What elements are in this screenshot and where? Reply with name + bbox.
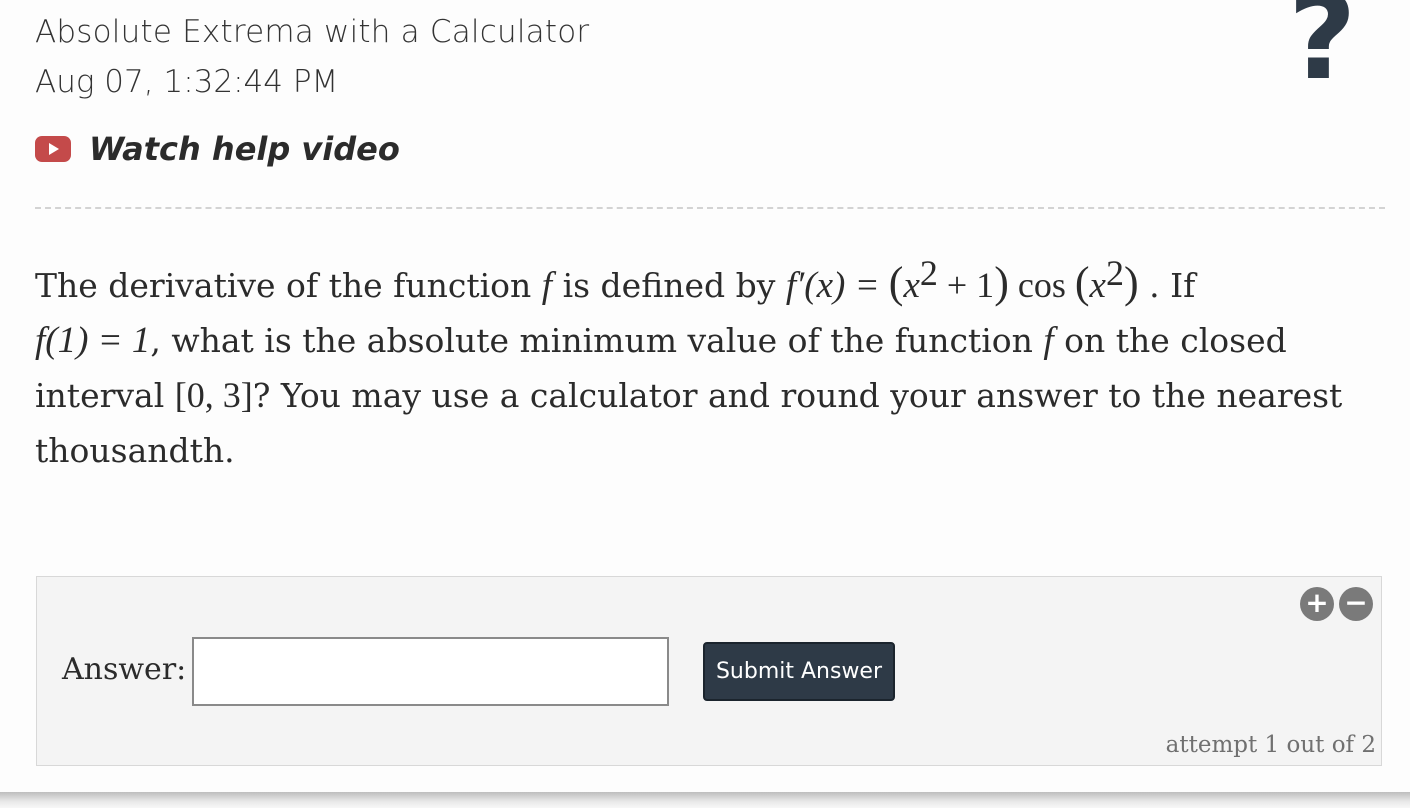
answer-label: Answer: [62,652,187,687]
watch-help-video-link[interactable]: Watch help video [35,130,400,168]
zoom-out-icon[interactable]: − [1339,587,1373,621]
attempt-counter: attempt 1 out of 2 [1165,732,1376,758]
question-text: The derivative of the function f is defi… [35,253,1343,470]
help-question-icon[interactable]: ? [1288,0,1356,96]
zoom-in-icon[interactable]: + [1300,587,1334,621]
answer-input[interactable] [192,637,669,706]
window-shadow [0,792,1410,808]
timestamp: Aug 07, 1:32:44 PM [35,64,339,100]
video-play-icon [35,136,71,162]
divider [35,207,1385,209]
video-link-label: Watch help video [89,130,400,168]
topic-title: Absolute Extrema with a Calculator [35,14,590,50]
submit-answer-button[interactable]: Submit Answer [703,642,895,701]
